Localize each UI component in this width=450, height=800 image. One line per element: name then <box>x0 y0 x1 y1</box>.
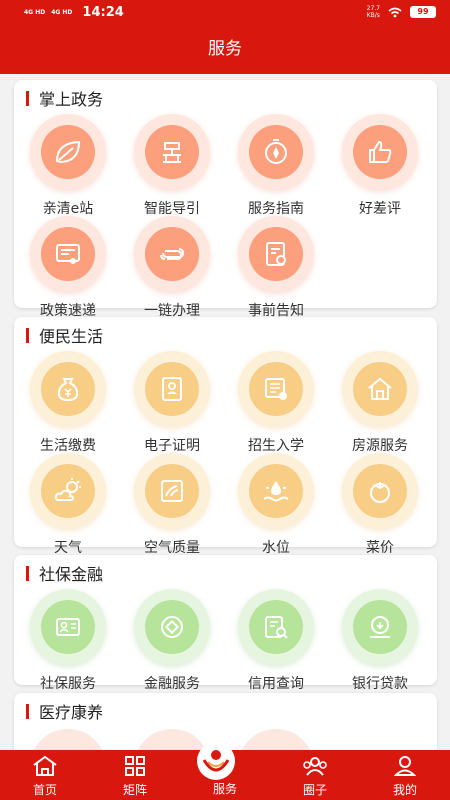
bank-loan-icon <box>370 616 390 638</box>
service-item-guide[interactable]: 智能导引 <box>122 114 222 218</box>
tab-matrix[interactable]: 矩阵 <box>90 750 180 800</box>
section-card-gov: 掌上政务 亲清e站 智能导引 服务指南 好差评 政策速递 一链办理 事前告知 <box>14 80 437 319</box>
service-tab-badge <box>197 742 235 780</box>
money-bag-icon <box>57 378 79 402</box>
section-title: 社保金融 <box>26 561 103 585</box>
service-item-vegetable-price[interactable]: 菜价 <box>330 453 430 557</box>
tab-home[interactable]: 首页 <box>0 750 90 800</box>
credit-search-icon <box>265 616 288 639</box>
status-time: 14:24 <box>82 5 124 20</box>
tab-service[interactable]: 服务 <box>180 742 270 800</box>
service-item-water-level[interactable]: 水位 <box>226 453 326 557</box>
service-item-financial[interactable]: 金融服务 <box>122 589 222 693</box>
service-item-weather[interactable]: 天气 <box>18 453 118 557</box>
weather-icon <box>54 478 81 501</box>
grid-icon <box>125 756 145 776</box>
tab-circle[interactable]: 圈子 <box>270 750 360 800</box>
social-security-icon <box>56 618 80 636</box>
network-indicator: 4G HD <box>51 9 73 16</box>
house-icon <box>368 377 392 400</box>
certificate-icon <box>56 244 80 264</box>
network-speed: 27.7 KB/s <box>366 5 380 19</box>
service-item-rating[interactable]: 好差评 <box>330 114 430 218</box>
service-item-qinqing[interactable]: 亲清e站 <box>18 114 118 218</box>
group-icon <box>303 757 327 776</box>
air-quality-icon <box>161 480 183 502</box>
section-title: 医疗康养 <box>26 699 103 723</box>
water-level-icon <box>263 481 289 502</box>
service-item-notice[interactable]: 事前告知 <box>226 216 326 320</box>
service-item-housing[interactable]: 房源服务 <box>330 351 430 455</box>
user-icon <box>393 756 417 776</box>
compass-icon <box>265 139 287 164</box>
service-item-credit[interactable]: 信用查询 <box>226 589 326 693</box>
status-bar: 4G HD 4G HD 14:24 27.7 KB/s 99 <box>0 0 450 26</box>
enrollment-icon <box>265 378 287 400</box>
tomato-icon <box>370 482 390 503</box>
service-item-handbook[interactable]: 服务指南 <box>226 114 326 218</box>
service-hands-icon <box>202 750 230 772</box>
section-title: 掌上政务 <box>26 86 103 110</box>
service-item-e-cert[interactable]: 电子证明 <box>122 351 222 455</box>
section-card-life: 便民生活 生活缴费 电子证明 招生入学 房源服务 天气 空气质量 水位 菜价 <box>14 317 437 556</box>
service-item-policy[interactable]: 政策速递 <box>18 216 118 320</box>
thumbs-up-icon <box>369 140 392 163</box>
coin-icon <box>161 616 183 638</box>
page-title: 服务 <box>0 26 450 74</box>
guide-icon <box>163 142 181 163</box>
tab-mine[interactable]: 我的 <box>360 750 450 800</box>
id-card-icon <box>162 377 182 401</box>
leaf-icon <box>55 140 81 164</box>
service-item-bank-loan[interactable]: 银行贷款 <box>330 589 430 693</box>
bottom-tab-bar: 首页 矩阵 服务 圈子 我的 <box>0 742 450 800</box>
home-icon <box>33 755 57 776</box>
service-item-chain[interactable]: 一链办理 <box>122 216 222 320</box>
battery-indicator: 99 <box>410 6 436 18</box>
service-item-air-quality[interactable]: 空气质量 <box>122 453 222 557</box>
wifi-icon <box>388 7 402 17</box>
service-item-enrollment[interactable]: 招生入学 <box>226 351 326 455</box>
section-title: 便民生活 <box>26 323 103 347</box>
document-icon <box>266 242 286 266</box>
section-card-finance: 社保金融 社保服务 金融服务 信用查询 银行贷款 <box>14 555 437 692</box>
network-indicator: 4G HD <box>24 9 46 16</box>
service-item-bills[interactable]: 生活缴费 <box>18 351 118 455</box>
chain-icon <box>160 248 185 260</box>
service-item-social-security[interactable]: 社保服务 <box>18 589 118 693</box>
